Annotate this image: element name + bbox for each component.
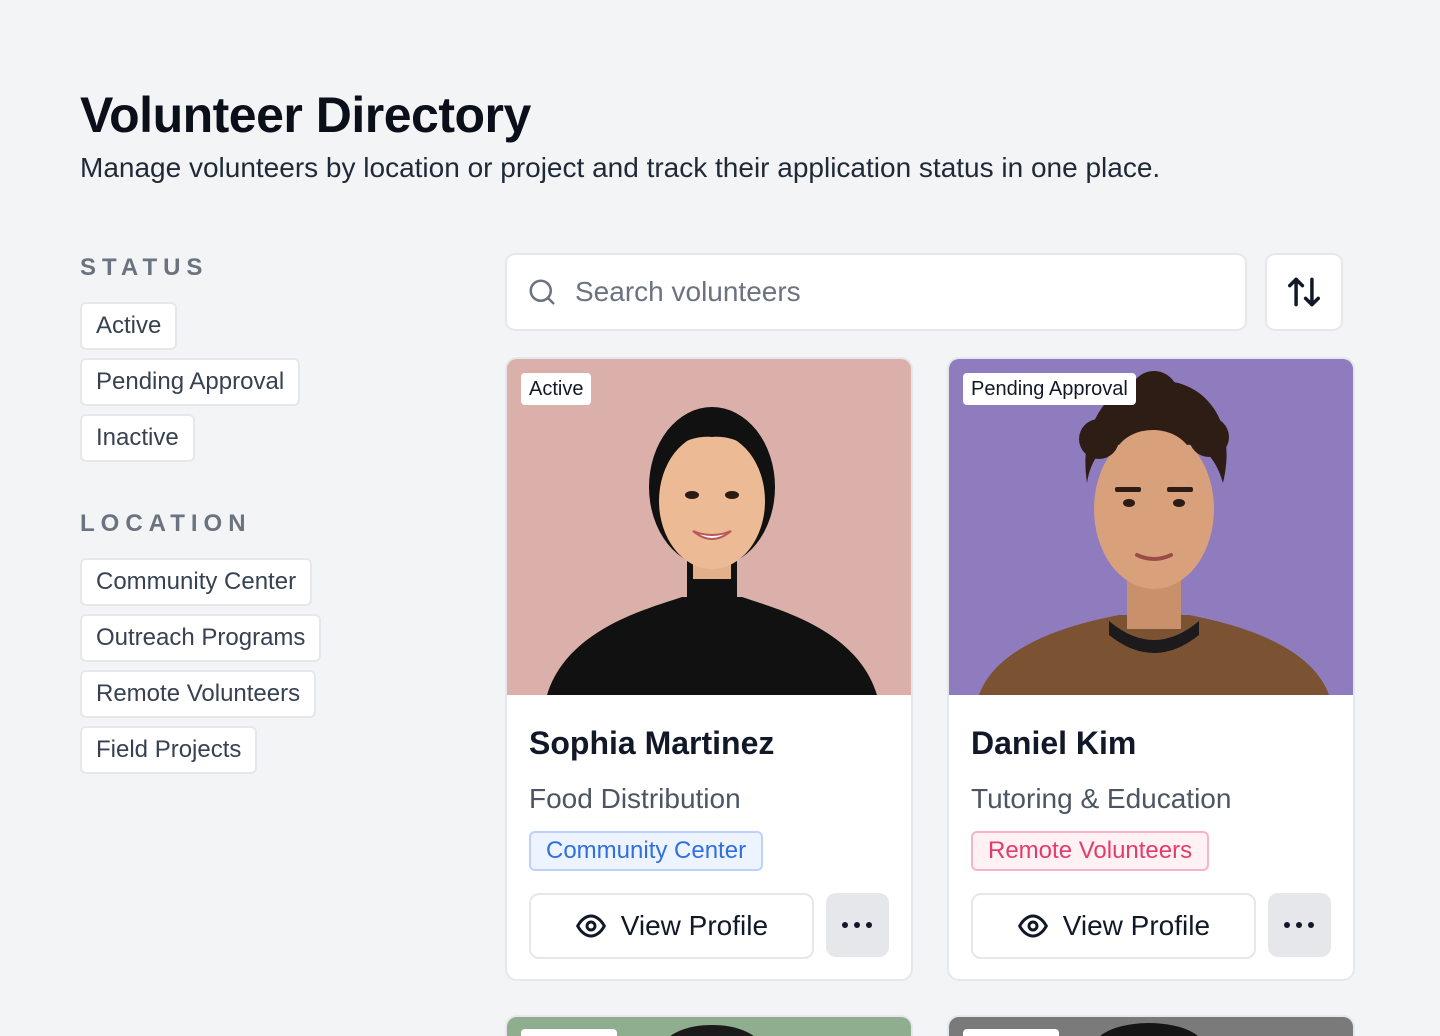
status-tag: Active <box>521 373 592 405</box>
search-icon <box>529 279 555 305</box>
filter-status-inactive[interactable]: Inactive <box>80 414 195 462</box>
filter-status-pending-approval[interactable]: Pending Approval <box>80 358 301 406</box>
view-profile-button[interactable]: View Profile <box>529 893 814 959</box>
portrait-image <box>949 359 1353 695</box>
filter-location-remote-volunteers[interactable]: Remote Volunteers <box>80 670 317 718</box>
page-subtitle: Manage volunteers by location or project… <box>80 152 1161 183</box>
volunteer-name: Daniel Kim <box>971 725 1137 761</box>
filter-status-active[interactable]: Active <box>80 302 178 350</box>
page-title: Volunteer Directory <box>80 87 531 143</box>
ellipsis-icon <box>842 922 873 928</box>
view-profile-button[interactable]: View Profile <box>971 893 1256 959</box>
search-input[interactable] <box>575 276 1215 308</box>
volunteer-card: Active Sophia Martinez Food Distribution… <box>505 357 913 981</box>
location-filter-group: LOCATION Community Center Outreach Progr… <box>80 510 322 782</box>
status-heading: STATUS <box>80 254 209 281</box>
filter-location-outreach-programs[interactable]: Outreach Programs <box>80 614 322 662</box>
location-heading: LOCATION <box>80 510 252 537</box>
ellipsis-icon <box>1284 922 1315 928</box>
status-tag: Pending Approval <box>963 373 1136 405</box>
filter-location-community-center[interactable]: Community Center <box>80 558 313 606</box>
volunteer-card-partial <box>947 1015 1355 1036</box>
volunteer-card-partial <box>505 1015 913 1036</box>
volunteer-name: Sophia Martinez <box>529 725 775 761</box>
eye-icon <box>575 914 606 938</box>
volunteer-photo: Pending Approval <box>949 359 1353 695</box>
more-options-button[interactable] <box>1267 893 1331 957</box>
volunteer-role: Tutoring & Education <box>971 783 1232 814</box>
portrait-image <box>670 1025 754 1036</box>
view-profile-label: View Profile <box>1062 910 1211 941</box>
sort-arrows-icon <box>1288 277 1320 307</box>
volunteer-role: Food Distribution <box>529 783 741 814</box>
status-filter-group: STATUS Active Pending Approval Inactive <box>80 254 301 470</box>
location-badge: Community Center <box>529 831 764 871</box>
volunteer-photo: Active <box>507 359 911 695</box>
location-badge: Remote Volunteers <box>971 831 1210 871</box>
view-profile-label: View Profile <box>620 910 769 941</box>
portrait-image <box>1100 1023 1198 1036</box>
search-bar[interactable] <box>505 253 1247 331</box>
more-options-button[interactable] <box>825 893 889 957</box>
volunteer-card: Pending Approval Daniel Kim Tutoring & E… <box>947 357 1355 981</box>
portrait-image <box>507 359 911 695</box>
sort-button[interactable] <box>1265 253 1343 331</box>
eye-icon <box>1017 914 1048 938</box>
filter-location-field-projects[interactable]: Field Projects <box>80 726 258 774</box>
